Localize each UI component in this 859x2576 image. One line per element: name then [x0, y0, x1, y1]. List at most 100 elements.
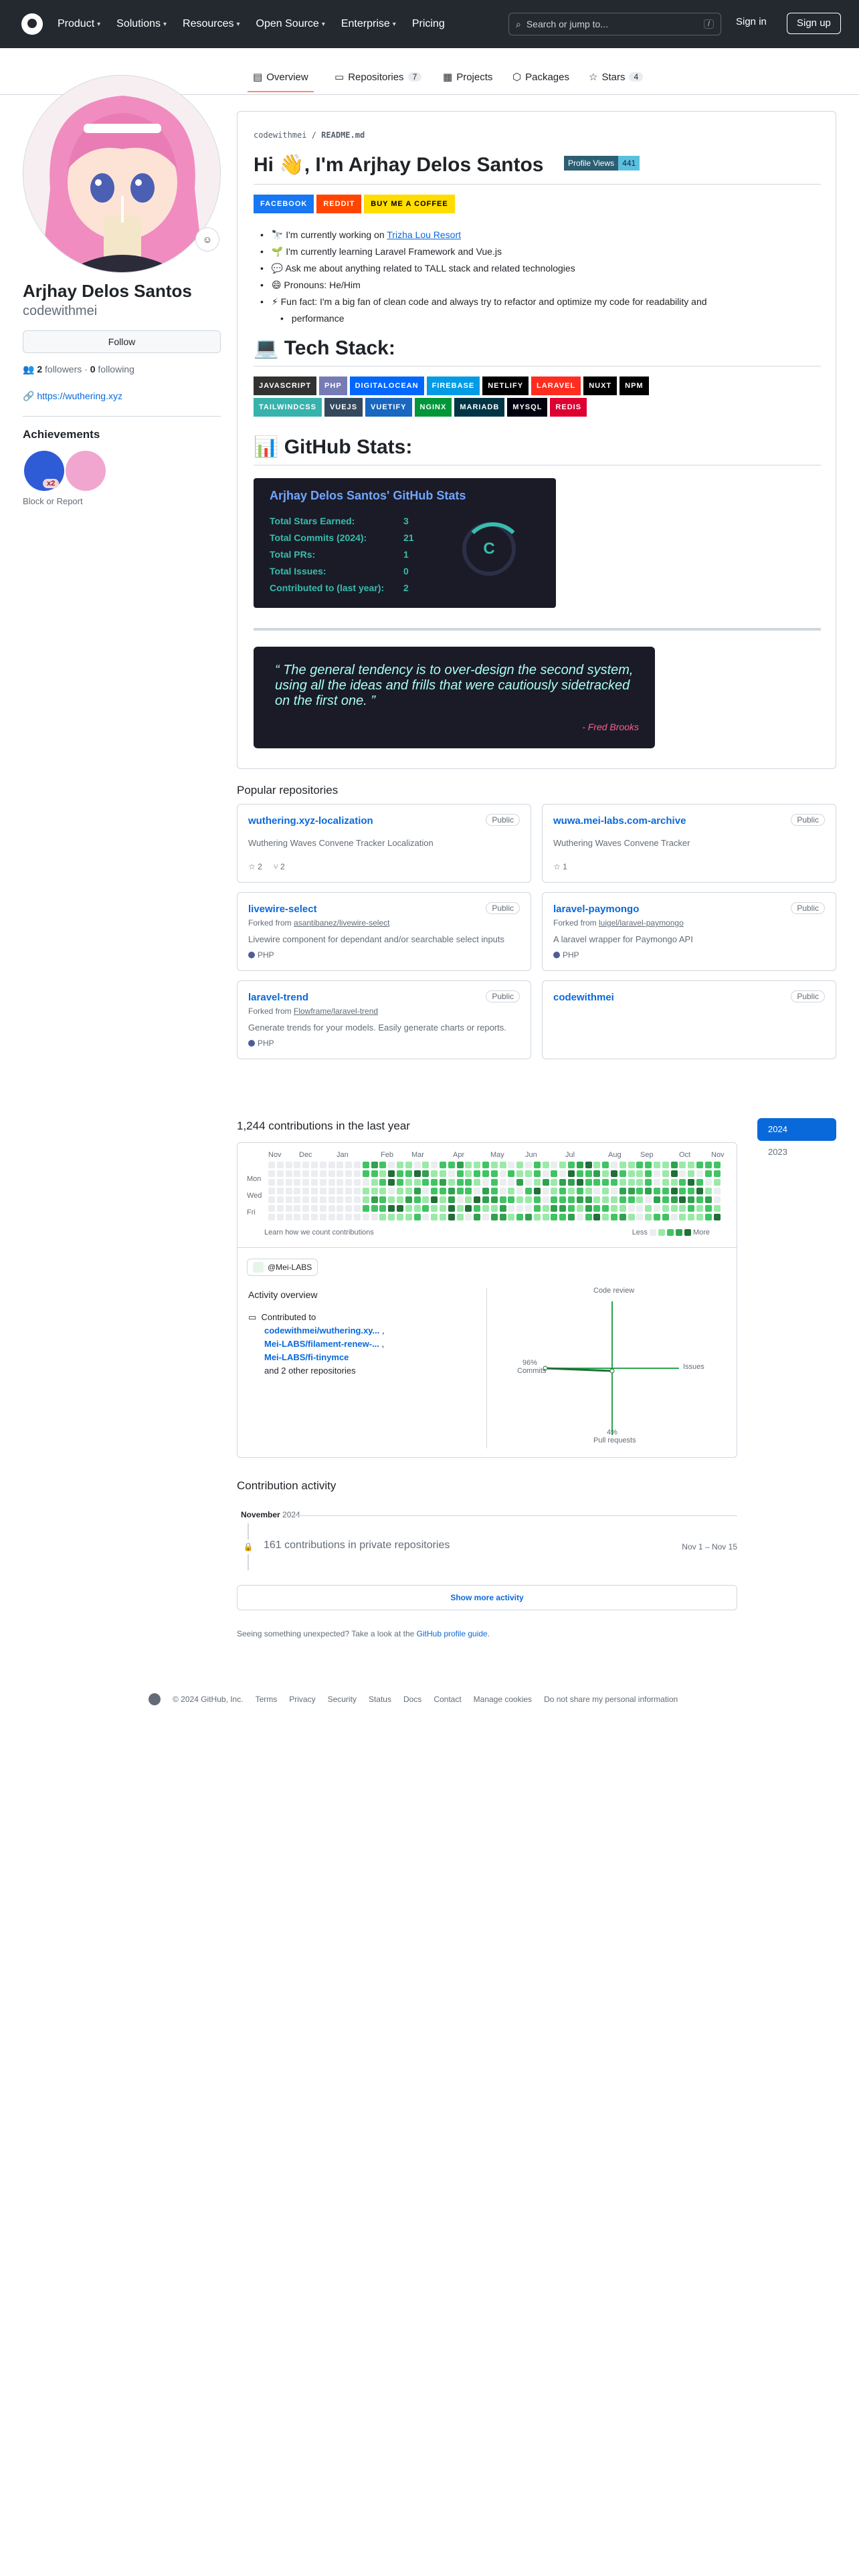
calendar-day-cell[interactable] [268, 1196, 275, 1203]
calendar-day-cell[interactable] [662, 1205, 669, 1212]
calendar-day-cell[interactable] [431, 1162, 438, 1168]
calendar-day-cell[interactable] [337, 1162, 344, 1168]
calendar-day-cell[interactable] [490, 1196, 498, 1203]
calendar-day-cell[interactable] [311, 1196, 318, 1203]
website-link[interactable]: https://wuthering.xyz [37, 391, 122, 401]
nav-solutions[interactable]: Solutions ▾ [116, 18, 167, 30]
calendar-day-cell[interactable] [542, 1179, 549, 1186]
calendar-day-cell[interactable] [533, 1162, 541, 1168]
calendar-day-cell[interactable] [679, 1188, 686, 1194]
calendar-day-cell[interactable] [645, 1188, 652, 1194]
calendar-day-cell[interactable] [490, 1188, 498, 1194]
calendar-day-cell[interactable] [704, 1179, 712, 1186]
calendar-day-cell[interactable] [670, 1179, 678, 1186]
calendar-day-cell[interactable] [525, 1162, 532, 1168]
calendar-day-cell[interactable] [654, 1162, 660, 1168]
calendar-day-cell[interactable] [542, 1205, 549, 1212]
calendar-day-cell[interactable] [379, 1162, 387, 1168]
calendar-day-cell[interactable] [619, 1162, 626, 1168]
calendar-day-cell[interactable] [568, 1188, 575, 1194]
calendar-day-cell[interactable] [611, 1188, 617, 1194]
calendar-day-cell[interactable] [628, 1214, 635, 1220]
calendar-day-cell[interactable] [345, 1170, 353, 1177]
trizha-lou-resort-link[interactable]: Trizha Lou Resort [387, 229, 461, 240]
calendar-day-cell[interactable] [440, 1188, 446, 1194]
calendar-day-cell[interactable] [345, 1196, 353, 1203]
calendar-day-cell[interactable] [397, 1170, 403, 1177]
calendar-day-cell[interactable] [337, 1196, 344, 1203]
calendar-day-cell[interactable] [440, 1179, 446, 1186]
calendar-day-cell[interactable] [602, 1179, 609, 1186]
calendar-day-cell[interactable] [319, 1188, 326, 1194]
calendar-day-cell[interactable] [559, 1196, 567, 1203]
calendar-day-cell[interactable] [636, 1205, 644, 1212]
calendar-day-cell[interactable] [474, 1214, 481, 1220]
calendar-day-cell[interactable] [285, 1205, 292, 1212]
calendar-day-cell[interactable] [602, 1214, 609, 1220]
calendar-day-cell[interactable] [379, 1196, 387, 1203]
calendar-day-cell[interactable] [499, 1179, 506, 1186]
calendar-day-cell[interactable] [636, 1196, 644, 1203]
calendar-day-cell[interactable] [362, 1162, 369, 1168]
calendar-day-cell[interactable] [337, 1179, 344, 1186]
calendar-day-cell[interactable] [516, 1205, 524, 1212]
calendar-day-cell[interactable] [679, 1179, 686, 1186]
calendar-day-cell[interactable] [354, 1162, 361, 1168]
calendar-day-cell[interactable] [611, 1170, 617, 1177]
calendar-day-cell[interactable] [379, 1214, 387, 1220]
calendar-day-cell[interactable] [422, 1170, 430, 1177]
buy-me-a-coffee-button[interactable]: BUY ME A COFFEE [364, 195, 455, 213]
nav-product[interactable]: Product ▾ [58, 18, 100, 30]
calendar-day-cell[interactable] [619, 1205, 626, 1212]
calendar-day-cell[interactable] [576, 1196, 583, 1203]
calendar-day-cell[interactable] [354, 1170, 361, 1177]
tab-projects[interactable]: ▦ Projects [443, 71, 492, 84]
calendar-day-cell[interactable] [679, 1162, 686, 1168]
calendar-day-cell[interactable] [670, 1214, 678, 1220]
calendar-day-cell[interactable] [379, 1188, 387, 1194]
calendar-day-cell[interactable] [440, 1214, 446, 1220]
calendar-day-cell[interactable] [645, 1196, 652, 1203]
calendar-day-cell[interactable] [294, 1214, 301, 1220]
calendar-day-cell[interactable] [516, 1196, 524, 1203]
calendar-day-cell[interactable] [413, 1170, 421, 1177]
calendar-day-cell[interactable] [645, 1179, 652, 1186]
calendar-day-cell[interactable] [559, 1214, 567, 1220]
calendar-day-cell[interactable] [482, 1196, 489, 1203]
calendar-day-cell[interactable] [268, 1188, 275, 1194]
calendar-day-cell[interactable] [628, 1170, 635, 1177]
calendar-day-cell[interactable] [542, 1196, 549, 1203]
calendar-day-cell[interactable] [311, 1162, 318, 1168]
calendar-day-cell[interactable] [276, 1214, 284, 1220]
calendar-day-cell[interactable] [516, 1188, 524, 1194]
calendar-day-cell[interactable] [345, 1179, 353, 1186]
calendar-day-cell[interactable] [388, 1170, 395, 1177]
fork-source-link[interactable]: Flowframe/laravel-trend [294, 1006, 378, 1016]
calendar-day-cell[interactable] [474, 1188, 481, 1194]
calendar-day-cell[interactable] [405, 1162, 412, 1168]
calendar-day-cell[interactable] [585, 1205, 592, 1212]
calendar-day-cell[interactable] [345, 1162, 353, 1168]
fork-source-link[interactable]: asantibanez/livewire-select [294, 918, 389, 928]
calendar-day-cell[interactable] [654, 1214, 660, 1220]
calendar-day-cell[interactable] [688, 1162, 695, 1168]
calendar-day-cell[interactable] [276, 1162, 284, 1168]
calendar-day-cell[interactable] [619, 1179, 626, 1186]
calendar-day-cell[interactable] [268, 1205, 275, 1212]
calendar-day-cell[interactable] [482, 1214, 489, 1220]
calendar-day-cell[interactable] [679, 1205, 686, 1212]
calendar-day-cell[interactable] [337, 1170, 344, 1177]
avatar[interactable] [23, 75, 221, 273]
calendar-day-cell[interactable] [413, 1196, 421, 1203]
calendar-day-cell[interactable] [662, 1196, 669, 1203]
calendar-day-cell[interactable] [611, 1196, 617, 1203]
calendar-day-cell[interactable] [465, 1214, 472, 1220]
calendar-day-cell[interactable] [328, 1162, 335, 1168]
calendar-day-cell[interactable] [371, 1179, 378, 1186]
repo-link[interactable]: laravel-trend [248, 992, 308, 1003]
calendar-day-cell[interactable] [696, 1214, 703, 1220]
calendar-day-cell[interactable] [576, 1162, 583, 1168]
calendar-day-cell[interactable] [456, 1162, 464, 1168]
calendar-day-cell[interactable] [602, 1188, 609, 1194]
nav-pricing[interactable]: Pricing [412, 18, 445, 30]
